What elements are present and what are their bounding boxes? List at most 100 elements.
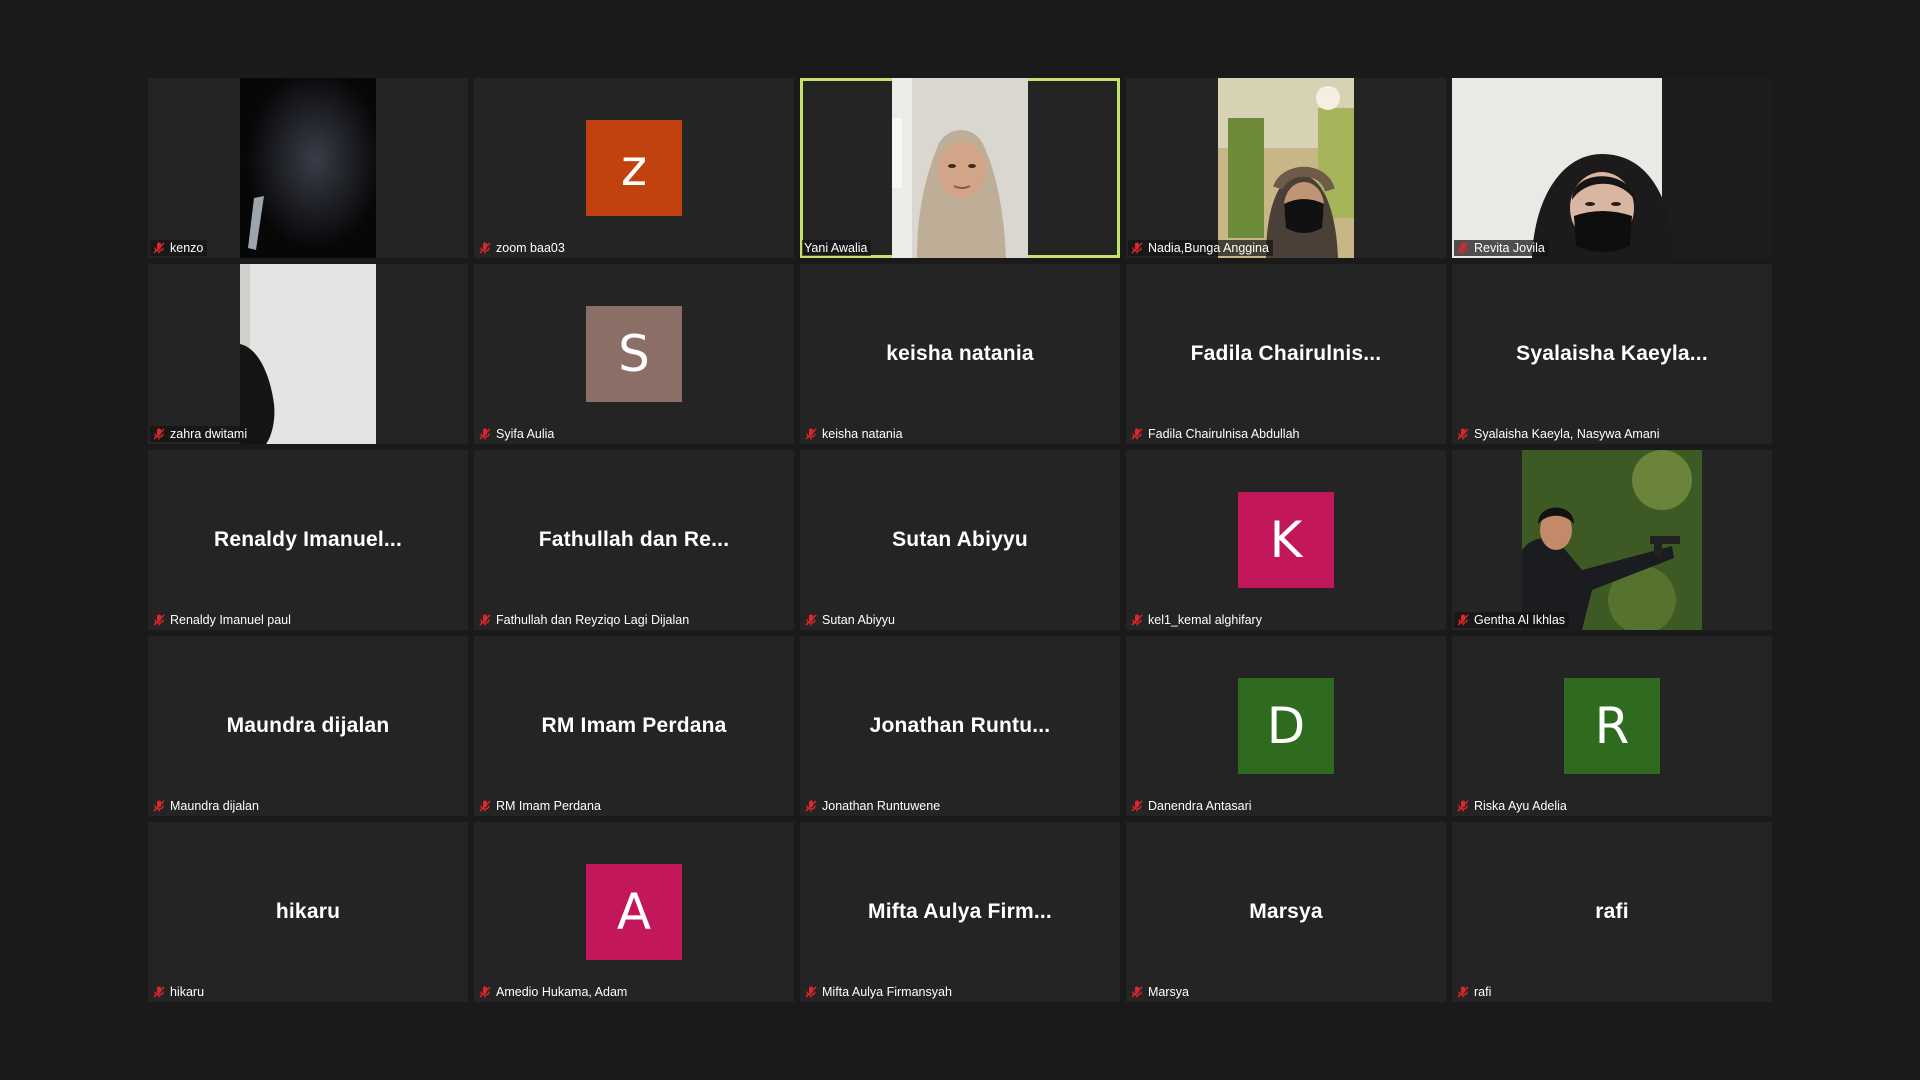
avatar: A [586,864,682,960]
avatar: R [1564,678,1660,774]
participant-name: Danendra Antasari [1148,799,1252,813]
participant-tile[interactable]: Renaldy Imanuel... Renaldy Imanuel paul [148,450,468,630]
participant-name: Maundra dijalan [170,799,259,813]
avatar: S [586,306,682,402]
mic-muted-icon [805,614,817,626]
video-feed [1452,78,1772,258]
participant-name: Sutan Abiyyu [822,613,895,627]
mic-muted-icon [1131,614,1143,626]
gallery-grid: kenzo z zoom baa03 Yani Awalia Nadia,Bunga… [148,78,1772,1002]
participant-name: hikaru [170,985,205,999]
participant-display-name: Marsya [1249,900,1323,923]
participant-name-label: Revita Jovila [1454,240,1549,256]
participant-name: Fathullah dan Reyziqo Lagi Dijalan [496,613,690,627]
participant-tile[interactable]: zahra dwitami [148,264,468,444]
participant-tile[interactable]: S Syifa Aulia [474,264,794,444]
mic-muted-icon [805,986,817,998]
participant-name: kenzo [170,241,204,255]
participant-name-label: Yani Awalia [802,240,872,256]
participant-name: Mifta Aulya Firmansyah [822,985,952,999]
video-feed-container [892,78,1028,258]
participant-display-name: Jonathan Runtu... [869,714,1051,737]
participant-display-name: Fadila Chairulnis... [1190,342,1382,365]
mic-muted-icon [479,242,491,254]
participant-tile[interactable]: Kkel1_kemal alghifary [1126,450,1446,630]
participant-tile[interactable]: A Amedio Hukama, Adam [474,822,794,1002]
mic-muted-icon [153,986,165,998]
participant-name-label: zahra dwitami [150,426,252,442]
participant-tile[interactable]: hikaru hikaru [148,822,468,1002]
participant-name: Revita Jovila [1474,241,1545,255]
participant-tile[interactable]: Sutan Abiyyu Sutan Abiyyu [800,450,1120,630]
participant-display-name: Fathullah dan Re... [538,528,730,551]
participant-name: Yani Awalia [804,241,868,255]
mic-muted-icon [479,986,491,998]
participant-name: Nadia,Bunga Anggina [1148,241,1269,255]
mic-muted-icon [479,428,491,440]
participant-name: Amedio Hukama, Adam [496,985,628,999]
participant-display-name: rafi [1595,900,1629,923]
participant-name-label: Renaldy Imanuel paul [150,612,295,628]
mic-muted-icon [1457,800,1469,812]
participant-name: Syalaisha Kaeyla, Nasywa Amani [1474,427,1660,441]
participant-tile[interactable]: Gentha Al Ikhlas [1452,450,1772,630]
participant-display-name: RM Imam Perdana [541,714,727,737]
mic-muted-icon [1131,800,1143,812]
participant-name-label: zoom baa03 [476,240,569,256]
participant-tile[interactable]: Syalaisha Kaeyla... Syalaisha Kaeyla, Nas… [1452,264,1772,444]
participant-name-label: kenzo [150,240,208,256]
mic-muted-icon [153,428,165,440]
participant-name: Renaldy Imanuel paul [170,613,291,627]
participant-tile[interactable]: z zoom baa03 [474,78,794,258]
participant-display-name: Syalaisha Kaeyla... [1516,342,1708,365]
participant-name: rafi [1474,985,1492,999]
participant-name-label: Fadila Chairulnisa Abdullah [1128,426,1303,442]
mic-muted-icon [1131,986,1143,998]
participant-tile[interactable]: Mifta Aulya Firm... Mifta Aulya Firmansya… [800,822,1120,1002]
participant-name: keisha natania [822,427,903,441]
mic-muted-icon [1457,986,1469,998]
video-feed-container [1218,78,1354,258]
avatar: z [586,120,682,216]
participant-tile[interactable]: Yani Awalia [800,78,1120,258]
participant-name: kel1_kemal alghifary [1148,613,1262,627]
participant-tile[interactable]: Fadila Chairulnis... Fadila Chairulnisa A… [1126,264,1446,444]
participant-tile[interactable]: rafi rafi [1452,822,1772,1002]
participant-tile[interactable]: Fathullah dan Re... Fathullah dan Reyziqo… [474,450,794,630]
video-feed-container [240,78,376,258]
mic-muted-icon [479,614,491,626]
participant-tile[interactable]: Marsya Marsya [1126,822,1446,1002]
mic-muted-icon [1131,242,1143,254]
participant-display-name: keisha natania [886,342,1034,365]
participant-tile[interactable]: RM Imam Perdana RM Imam Perdana [474,636,794,816]
mic-muted-icon [805,800,817,812]
mic-muted-icon [1457,614,1469,626]
participant-name: Syifa Aulia [496,427,555,441]
participant-name-label: keisha natania [802,426,907,442]
participant-display-name: Sutan Abiyyu [892,528,1028,551]
video-feed [1522,450,1702,630]
participant-name-label: Riska Ayu Adelia [1454,798,1571,814]
video-feed [1218,78,1354,258]
participant-tile[interactable]: keisha natania keisha natania [800,264,1120,444]
participant-name-label: RM Imam Perdana [476,798,605,814]
participant-tile[interactable]: Nadia,Bunga Anggina [1126,78,1446,258]
video-feed-container [240,264,376,444]
mic-muted-icon [1131,428,1143,440]
participant-name-label: Maundra dijalan [150,798,263,814]
participant-tile[interactable]: Jonathan Runtu... Jonathan Runtuwene [800,636,1120,816]
participant-tile[interactable]: kenzo [148,78,468,258]
mic-muted-icon [153,614,165,626]
participant-tile[interactable]: Revita Jovila [1452,78,1772,258]
mic-muted-icon [1457,242,1469,254]
participant-display-name: Renaldy Imanuel... [214,528,402,551]
mic-muted-icon [153,242,165,254]
participant-name-label: Mifta Aulya Firmansyah [802,984,956,1000]
video-feed [892,78,1028,258]
participant-name-label: Syalaisha Kaeyla, Nasywa Amani [1454,426,1664,442]
participant-tile[interactable]: D Danendra Antasari [1126,636,1446,816]
participant-tile[interactable]: Maundra dijalan Maundra dijalan [148,636,468,816]
participant-tile[interactable]: R Riska Ayu Adelia [1452,636,1772,816]
participant-name: Marsya [1148,985,1189,999]
participant-name-label: Fathullah dan Reyziqo Lagi Dijalan [476,612,693,628]
